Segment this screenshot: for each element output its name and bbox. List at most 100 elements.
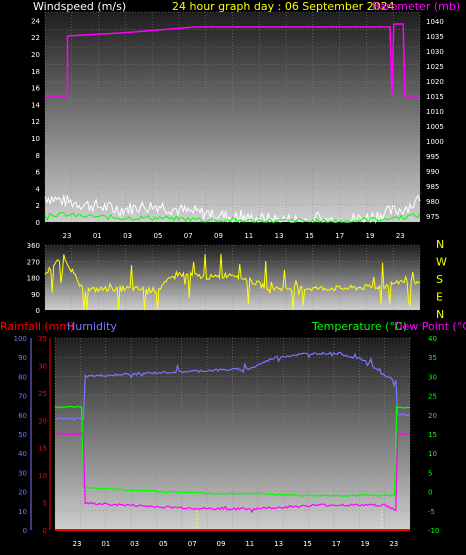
rainfall-tick: 15 bbox=[38, 445, 47, 453]
humidity-tick: 20 bbox=[18, 489, 27, 497]
windspeed-tick: 20 bbox=[31, 51, 40, 59]
temperature-ticks: -10 -5 0 5 10 15 20 25 30 35 40 bbox=[428, 335, 439, 535]
rainfall-label: Rainfall (mm) bbox=[0, 320, 74, 333]
humidity-tick: 70 bbox=[18, 393, 27, 401]
direction-tick: 90 bbox=[31, 291, 40, 299]
x-tick: 03 bbox=[130, 540, 139, 548]
temperature-tick: 10 bbox=[428, 450, 437, 458]
x-tick: 07 bbox=[184, 232, 193, 240]
direction-degree-ticks: 0 90 180 270 360 bbox=[27, 242, 40, 315]
direction-tick: 180 bbox=[27, 275, 40, 283]
temperature-tick: 0 bbox=[428, 489, 432, 497]
rainfall-tick: 20 bbox=[38, 417, 47, 425]
compass-tick: S bbox=[436, 273, 443, 286]
barometer-tick: 1025 bbox=[426, 63, 444, 71]
humidity-tick: 40 bbox=[18, 450, 27, 458]
windspeed-tick: 2 bbox=[36, 202, 40, 210]
temperature-tick: 15 bbox=[428, 431, 437, 439]
x-tick: 13 bbox=[274, 540, 283, 548]
rainfall-tick: 35 bbox=[38, 335, 47, 343]
humidity-label: Humidity bbox=[67, 320, 117, 333]
windspeed-tick: 24 bbox=[31, 17, 40, 25]
x-tick: 19 bbox=[361, 540, 370, 548]
windspeed-tick: 18 bbox=[31, 68, 40, 76]
x-tick: 19 bbox=[366, 232, 375, 240]
windspeed-tick: 6 bbox=[36, 169, 41, 177]
direction-tick: 270 bbox=[27, 258, 40, 266]
windspeed-tick: 16 bbox=[31, 85, 40, 93]
humidity-tick: 50 bbox=[18, 431, 27, 439]
temperature-label: Temperature (°C) bbox=[311, 320, 407, 333]
windspeed-tick: 4 bbox=[36, 185, 41, 193]
windspeed-tick: 14 bbox=[31, 101, 40, 109]
windspeed-tick: 12 bbox=[31, 118, 40, 126]
x-tick: 17 bbox=[335, 232, 344, 240]
temp-humidity-x-ticks: 23 01 03 05 07 09 11 13 15 17 19 23 bbox=[73, 540, 399, 548]
barometer-tick: 985 bbox=[426, 183, 439, 191]
humidity-tick: 30 bbox=[18, 469, 27, 477]
barometer-tick: 1020 bbox=[426, 78, 444, 86]
x-tick: 15 bbox=[303, 540, 312, 548]
humidity-tick: 60 bbox=[18, 412, 27, 420]
temperature-tick: 35 bbox=[428, 354, 437, 362]
x-tick: 01 bbox=[93, 232, 102, 240]
temperature-tick: 30 bbox=[428, 373, 437, 381]
direction-tick: 360 bbox=[27, 242, 40, 250]
rainfall-tick: 5 bbox=[43, 500, 47, 508]
wind-barometer-chart: 024681012141618202224 975980985990995100… bbox=[31, 11, 444, 240]
x-tick: 07 bbox=[188, 540, 197, 548]
windspeed-ticks: 024681012141618202224 bbox=[31, 17, 40, 227]
x-tick: 23 bbox=[389, 540, 398, 548]
humidity-ticks: 0 10 20 30 40 50 60 70 80 90 100 bbox=[14, 335, 32, 535]
temperature-tick: -5 bbox=[428, 508, 435, 516]
barometer-tick: 1000 bbox=[426, 138, 444, 146]
x-tick: 17 bbox=[332, 540, 341, 548]
x-tick: 03 bbox=[123, 232, 132, 240]
barometer-tick: 975 bbox=[426, 213, 439, 221]
windspeed-axis-label: Windspeed (m/s) bbox=[33, 0, 126, 13]
barometer-ticks: 975 980 985 990 995 1000 1005 1010 1015 1020 1025 1… bbox=[426, 18, 444, 221]
barometer-tick: 990 bbox=[426, 168, 439, 176]
x-tick: 09 bbox=[214, 232, 223, 240]
humidity-tick: 100 bbox=[14, 335, 27, 343]
x-tick: 15 bbox=[305, 232, 314, 240]
barometer-tick: 995 bbox=[426, 153, 439, 161]
humidity-tick: 0 bbox=[23, 527, 27, 535]
rainfall-tick: 25 bbox=[38, 390, 47, 398]
x-tick: 05 bbox=[159, 540, 168, 548]
weather-graph-canvas: Windspeed (m/s) 24 hour graph day : 06 S… bbox=[0, 0, 466, 548]
humidity-tick: 80 bbox=[18, 373, 27, 381]
x-tick: 23 bbox=[73, 540, 82, 548]
compass-tick: W bbox=[436, 256, 447, 269]
barometer-tick: 1010 bbox=[426, 108, 444, 116]
barometer-axis-label: Barometer (mb) bbox=[372, 0, 460, 13]
barometer-tick: 1015 bbox=[426, 93, 444, 101]
rainfall-tick: 10 bbox=[38, 472, 47, 480]
humidity-tick: 90 bbox=[18, 354, 27, 362]
dewpoint-label: Dew Point (°C) bbox=[394, 320, 466, 333]
barometer-tick: 1035 bbox=[426, 33, 444, 41]
x-tick: 11 bbox=[244, 232, 253, 240]
temperature-tick: 40 bbox=[428, 335, 437, 343]
rainfall-tick: 0 bbox=[43, 527, 47, 535]
compass-tick: N bbox=[436, 238, 444, 251]
direction-tick: 0 bbox=[36, 307, 40, 315]
windspeed-tick: 8 bbox=[36, 152, 40, 160]
rainfall-ticks: 0 5 10 15 20 25 30 35 bbox=[38, 335, 51, 535]
barometer-tick: 980 bbox=[426, 198, 439, 206]
x-tick: 13 bbox=[275, 232, 284, 240]
rainfall-tick: 30 bbox=[38, 362, 47, 370]
windspeed-tick: 22 bbox=[31, 34, 40, 42]
x-tick: 23 bbox=[396, 232, 405, 240]
humidity-tick: 10 bbox=[18, 508, 27, 516]
x-tick: 09 bbox=[217, 540, 226, 548]
x-tick: 01 bbox=[101, 540, 110, 548]
compass-ticks: NWSEN bbox=[436, 238, 447, 321]
wind-direction-chart: 090180270360 NWSEN bbox=[27, 238, 447, 321]
x-tick: 23 bbox=[63, 232, 72, 240]
windspeed-tick: 0 bbox=[36, 219, 40, 227]
barometer-tick: 1030 bbox=[426, 48, 444, 56]
x-tick: 11 bbox=[245, 540, 254, 548]
compass-tick: E bbox=[436, 291, 443, 304]
temperature-tick: 25 bbox=[428, 393, 437, 401]
